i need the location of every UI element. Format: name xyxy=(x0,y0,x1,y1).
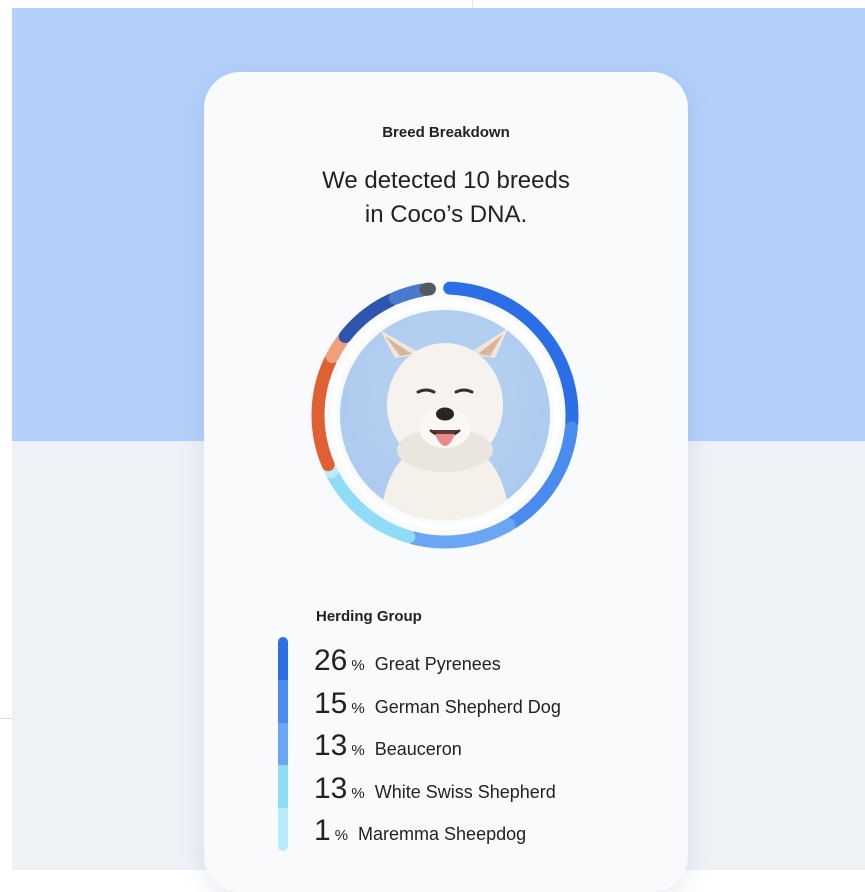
group-color-bar xyxy=(278,637,288,851)
breed-percent: 15 xyxy=(314,687,347,721)
breed-name: Great Pyrenees xyxy=(375,654,501,675)
breed-row: 26% Great Pyrenees xyxy=(314,644,501,678)
group-bar-segment xyxy=(278,723,288,766)
breed-name: Beauceron xyxy=(375,739,462,760)
ring-segment xyxy=(332,340,342,357)
headline-line-2: in Coco’s DNA. xyxy=(204,198,688,232)
breed-breakdown-card: Breed Breakdown We detected 10 breeds in… xyxy=(204,72,688,892)
percent-sign: % xyxy=(335,827,348,844)
breed-name: White Swiss Shepherd xyxy=(375,782,556,803)
breed-row: 13% Beauceron xyxy=(314,729,462,763)
breed-percent: 1 xyxy=(314,814,331,848)
ring-segment xyxy=(318,361,330,465)
divider xyxy=(472,0,473,8)
breed-percent: 26 xyxy=(314,644,347,678)
headline: We detected 10 breeds in Coco’s DNA. xyxy=(204,164,688,232)
group-title: Herding Group xyxy=(316,608,422,625)
breed-row: 1% Maremma Sheepdog xyxy=(314,814,526,848)
breed-name: German Shepherd Dog xyxy=(375,697,561,718)
group-bar-segment xyxy=(278,808,288,851)
dog-photo xyxy=(340,310,550,520)
percent-sign: % xyxy=(351,657,364,674)
section-label: Breed Breakdown xyxy=(204,124,688,141)
breed-row: 13% White Swiss Shepherd xyxy=(314,772,556,806)
headline-line-1: We detected 10 breeds xyxy=(204,164,688,198)
divider xyxy=(0,718,12,719)
percent-sign: % xyxy=(351,700,364,717)
breed-row: 15% German Shepherd Dog xyxy=(314,687,561,721)
ring-segment xyxy=(395,290,421,298)
group-bar-segment xyxy=(278,680,288,723)
percent-sign: % xyxy=(351,785,364,802)
group-bar-segment xyxy=(278,765,288,808)
group-bar-segment xyxy=(278,637,288,680)
breed-percent: 13 xyxy=(314,729,347,763)
percent-sign: % xyxy=(351,742,364,759)
breed-name: Maremma Sheepdog xyxy=(358,824,526,845)
breed-percent: 13 xyxy=(314,772,347,806)
